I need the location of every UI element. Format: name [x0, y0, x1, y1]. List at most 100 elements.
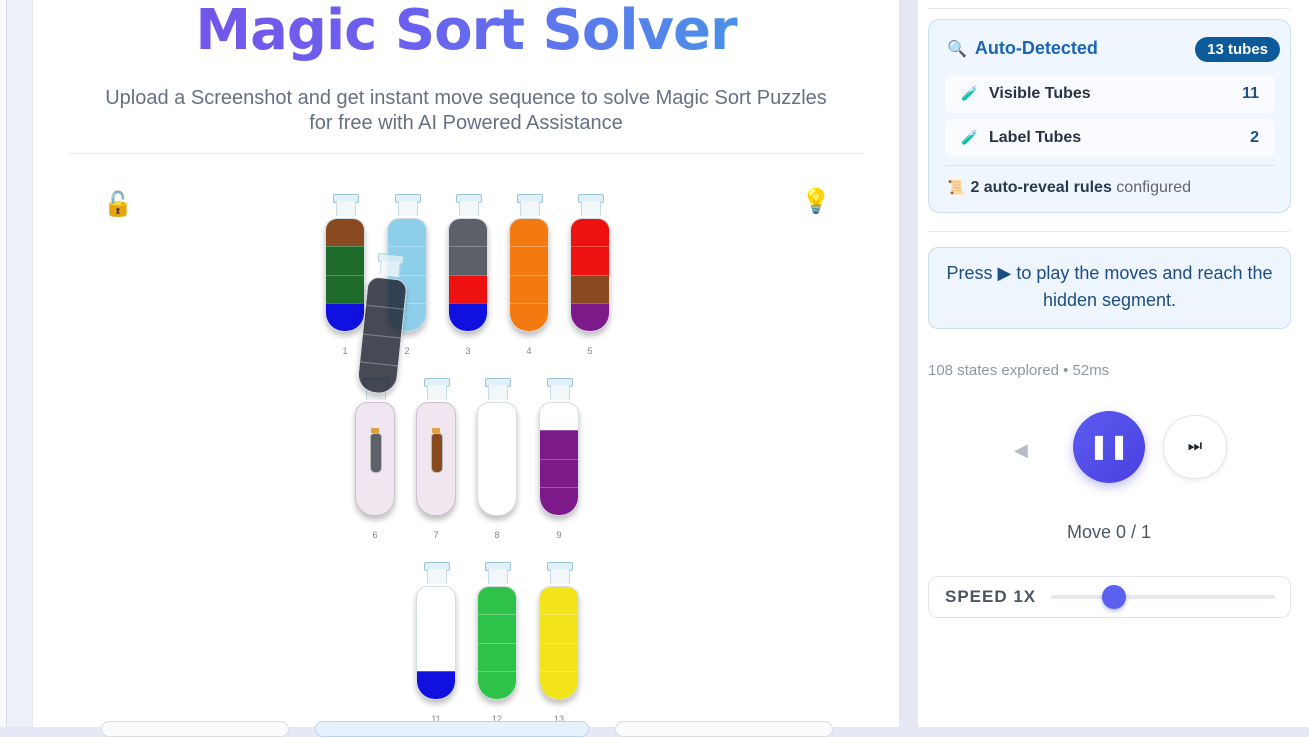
- segment-white: [478, 486, 516, 515]
- segment-white: [417, 587, 455, 615]
- segment-brightgreen: [478, 614, 516, 643]
- auto-detected-heading: 🔍 Auto-Detected: [947, 38, 1098, 59]
- segment-yellow: [540, 642, 578, 671]
- auto-detected-label: Auto-Detected: [974, 38, 1098, 58]
- segment-gray: [449, 246, 487, 275]
- test-tube-icon: 🧪: [961, 85, 979, 101]
- segment-orange: [510, 302, 548, 331]
- move-counter: Move 0 / 1: [1066, 522, 1152, 542]
- segment-brightgreen: [478, 642, 516, 671]
- tube-neck: [488, 569, 508, 584]
- tube-number: 7: [433, 530, 439, 540]
- segment-white: [540, 403, 578, 431]
- solver-stats: 108 states explored • 52ms: [928, 362, 1110, 379]
- tube-body: [509, 218, 549, 332]
- tube-neck: [488, 385, 508, 400]
- skip-to-end-button[interactable]: ⏭: [1163, 415, 1227, 479]
- segment-brightgreen: [478, 670, 516, 699]
- tube-body: [416, 586, 456, 700]
- tube-body: [477, 402, 517, 516]
- unlock-icon[interactable]: 🔓: [103, 190, 133, 219]
- previous-move-button[interactable]: ◀: [1014, 440, 1028, 461]
- tube-neck: [581, 201, 601, 216]
- solver-panel: 🔍 Auto-Detected 13 tubes 🧪 Visible Tubes …: [918, 0, 1309, 727]
- rules-count: 2 auto-reveal rules: [970, 179, 1112, 196]
- tube-number: 5: [587, 346, 593, 356]
- tube-neck: [550, 569, 570, 584]
- segment-gray: [449, 219, 487, 247]
- left-sidebar-strip: [0, 0, 32, 727]
- segment-red: [571, 246, 609, 275]
- tube-body: [570, 218, 610, 332]
- tube-number: 8: [494, 530, 500, 540]
- label-tubes-label: Label Tubes: [989, 129, 1082, 146]
- label-tube-hint-gray: [370, 433, 382, 473]
- segment-brown: [571, 274, 609, 303]
- scroll-icon: 📜: [947, 179, 965, 195]
- auto-detected-card: 🔍 Auto-Detected 13 tubes 🧪 Visible Tubes …: [928, 19, 1291, 213]
- pause-button[interactable]: ❚❚: [1073, 411, 1145, 483]
- tube-body: [325, 218, 365, 332]
- bottom-action-button-left[interactable]: [101, 721, 289, 737]
- speed-slider-thumb[interactable]: [1101, 585, 1126, 609]
- red-tube-icon: 🧪: [961, 129, 979, 145]
- left-sidebar-edge: [0, 0, 7, 727]
- tube-count-badge: 13 tubes: [1195, 37, 1280, 62]
- rules-suffix: configured: [1116, 179, 1192, 196]
- segment-purple: [540, 486, 578, 515]
- tube-body: [416, 402, 456, 516]
- lightbulb-icon[interactable]: 💡: [801, 187, 831, 216]
- tube-number: 4: [526, 346, 532, 356]
- auto-reveal-rules: 📜 2 auto-reveal rules configured: [947, 179, 1191, 197]
- segment-yellow: [540, 614, 578, 643]
- tube-neck: [520, 201, 540, 216]
- tube-neck: [336, 201, 356, 216]
- segment-red: [571, 219, 609, 247]
- tube-body: [355, 402, 395, 516]
- segment-purple: [571, 302, 609, 331]
- page-subtitle: Upload a Screenshot and get instant move…: [105, 87, 827, 134]
- magnifier-icon: 🔍: [947, 41, 967, 58]
- segment-navy: [357, 361, 398, 395]
- segment-red: [449, 274, 487, 303]
- visible-tubes-label: Visible Tubes: [989, 85, 1091, 102]
- speed-label: SPEED 1X: [945, 587, 1037, 606]
- bottom-action-button-center[interactable]: [315, 721, 589, 737]
- tube-body: [448, 218, 488, 332]
- segment-green: [326, 246, 364, 275]
- segment-white: [478, 403, 516, 431]
- segment-brown: [326, 219, 364, 247]
- tube-number: 3: [465, 346, 471, 356]
- segment-green: [326, 274, 364, 303]
- segment-white: [478, 458, 516, 487]
- tube-neck: [398, 201, 418, 216]
- segment-navy: [363, 304, 404, 338]
- segment-orange: [510, 274, 548, 303]
- tube-number: 6: [372, 530, 378, 540]
- segment-white: [478, 430, 516, 459]
- segment-blue: [417, 670, 455, 699]
- segment-navy: [360, 333, 401, 366]
- tube-body: [539, 586, 579, 700]
- panel-divider-top: [928, 8, 1290, 9]
- panel-divider-mid: [928, 231, 1290, 232]
- tube-neck: [427, 569, 447, 584]
- visible-tubes-row: 🧪 Visible Tubes 11: [945, 75, 1275, 113]
- visible-tubes-count: 11: [1242, 85, 1259, 102]
- segment-purple: [540, 458, 578, 487]
- speed-control: SPEED 1X: [928, 576, 1291, 618]
- tube-neck: [459, 201, 479, 216]
- tube-body: [539, 402, 579, 516]
- header-divider: [69, 153, 863, 154]
- speed-slider-track[interactable]: [1051, 595, 1275, 599]
- page-title: Magic Sort Solver: [33, 0, 899, 66]
- board-panel: Magic Sort Solver Upload a Screenshot an…: [33, 0, 899, 737]
- tube-neck: [427, 385, 447, 400]
- bottom-action-button-right[interactable]: [615, 721, 833, 737]
- label-tube-hint-brown: [431, 433, 443, 473]
- segment-blue: [449, 302, 487, 331]
- tube-body: [477, 586, 517, 700]
- segment-brightgreen: [478, 587, 516, 615]
- segment-white: [417, 614, 455, 643]
- segment-blue: [326, 302, 364, 331]
